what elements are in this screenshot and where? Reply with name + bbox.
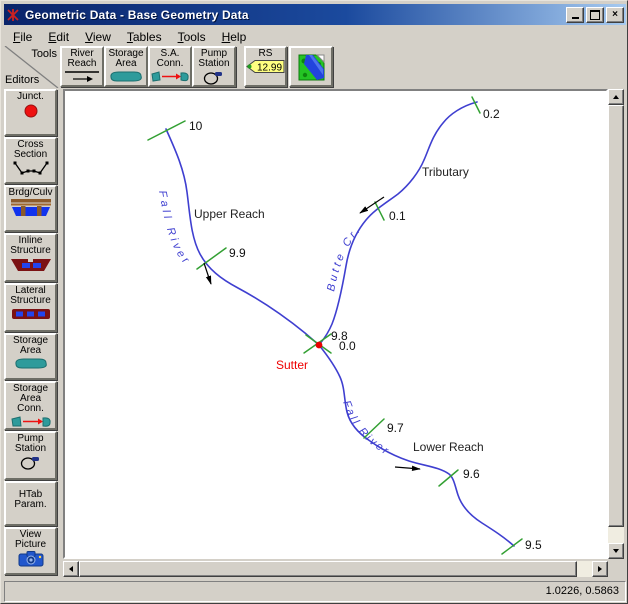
river-name-butte-cr: Butte Cr. (325, 223, 364, 293)
station-label: 10 (189, 119, 203, 133)
river-butte-cr-tributary[interactable] (319, 102, 477, 345)
junction-label: Sutter (276, 358, 308, 372)
scroll-right-button[interactable] (592, 561, 608, 577)
cross-section-tick-9.9[interactable] (197, 248, 226, 269)
cross-section-tick-0.2[interactable] (472, 97, 480, 113)
schematic-canvas[interactable]: 10 9.9 9.8 0.2 0.1 0.0 9.7 9.6 9.5 Upper… (63, 89, 608, 559)
menu-help[interactable]: Help (214, 29, 255, 46)
app-icon (6, 8, 20, 22)
storage-area-button[interactable]: Storage Area (104, 46, 148, 87)
sidebar-item-storage-area-conn[interactable]: Storage Area Conn. (4, 381, 57, 430)
menubar: File Edit View Tables Tools Help (5, 28, 625, 46)
minimize-button[interactable] (566, 7, 584, 23)
scroll-left-button[interactable] (63, 561, 79, 577)
junction-icon (23, 102, 39, 119)
junction-dot[interactable] (316, 342, 323, 349)
sidebar-item-pump-station[interactable]: Pump Station (4, 431, 57, 480)
cross-section-icon (11, 160, 51, 176)
storage-area-conn-icon (10, 414, 52, 428)
horizontal-scroll-thumb[interactable] (79, 561, 577, 577)
menu-file[interactable]: File (5, 29, 40, 46)
station-label: 9.9 (229, 246, 246, 260)
station-label: 9.7 (387, 421, 404, 435)
station-label: 9.6 (463, 467, 480, 481)
menu-tools[interactable]: Tools (170, 29, 214, 46)
editors-label: Editors (5, 74, 39, 86)
vertical-scroll-thumb[interactable] (608, 105, 624, 527)
close-button[interactable]: × (606, 7, 624, 23)
rs-button[interactable]: RS 12.99 (244, 46, 287, 87)
rs-tag-icon: 12.99 (246, 59, 286, 74)
scroll-down-button[interactable] (608, 543, 624, 559)
inline-structure-icon (10, 256, 52, 273)
storage-area-icon (107, 69, 145, 84)
menu-edit[interactable]: Edit (40, 29, 77, 46)
svg-text:Fall River: Fall River (340, 399, 392, 458)
cursor-coordinates: 1.0226, 0.5863 (546, 585, 619, 597)
sidebar-item-junction[interactable]: Junct. (4, 89, 57, 136)
rs-value: 12.99 (257, 63, 282, 74)
maximize-icon (590, 10, 600, 20)
maximize-button[interactable] (586, 7, 604, 23)
bridge-culvert-icon (10, 198, 52, 217)
river-reach-button[interactable]: River Reach (60, 46, 104, 87)
tools-editors-corner: Tools Editors (4, 46, 59, 88)
scroll-down-icon (613, 549, 619, 553)
river-name-fall-river-lower: Fall River (340, 399, 392, 458)
scroll-right-icon (598, 566, 602, 572)
titlebar[interactable]: Geometric Data - Base Geometry Data × (4, 4, 626, 25)
svg-text:Butte Cr.: Butte Cr. (325, 223, 364, 293)
station-label: 9.5 (525, 538, 542, 552)
river-fall-river-upper-reach[interactable] (166, 129, 319, 345)
cross-section-tick-9.5[interactable] (502, 539, 522, 554)
sidebar-item-inline-structure[interactable]: Inline Structure (4, 233, 57, 282)
sidebar-item-lateral-structure[interactable]: Lateral Structure (4, 283, 57, 332)
flow-arrow-lower-reach (395, 467, 420, 469)
camera-icon (18, 550, 44, 567)
station-label: 0.0 (339, 339, 356, 353)
sidebar-item-storage-area[interactable]: Storage Area (4, 333, 57, 380)
pump-station-icon (19, 454, 43, 470)
river-reach-icon (63, 69, 101, 84)
statusbar: 1.0226, 0.5863 (4, 581, 626, 602)
scroll-up-button[interactable] (608, 89, 624, 105)
menu-view[interactable]: View (77, 29, 119, 46)
sa-conn-icon (150, 69, 190, 84)
window-title: Geometric Data - Base Geometry Data (25, 8, 249, 22)
sidebar-item-cross-section[interactable]: Cross Section (4, 137, 57, 184)
sidebar-item-htab-param[interactable]: HTab Param. (4, 481, 57, 526)
sidebar-item-view-picture[interactable]: View Picture (4, 527, 57, 575)
flow-arrow-tributary (360, 197, 384, 213)
menu-tables[interactable]: Tables (119, 29, 170, 46)
storage-area-icon (11, 356, 51, 371)
reach-label-tributary: Tributary (422, 165, 469, 179)
geometric-data-window: Geometric Data - Base Geometry Data × Fi… (0, 0, 628, 604)
cross-section-tick-10[interactable] (148, 121, 185, 140)
reach-label-upper: Upper Reach (194, 207, 265, 221)
tools-label: Tools (31, 48, 57, 60)
close-icon: × (612, 10, 618, 20)
minimize-icon (572, 17, 579, 19)
scroll-left-icon (69, 566, 73, 572)
schematic-map-button[interactable] (289, 46, 333, 87)
horizontal-scrollbar[interactable] (63, 561, 608, 577)
station-label: 0.2 (483, 107, 500, 121)
pump-station-button[interactable]: Pump Station (192, 46, 236, 87)
station-label: 0.1 (389, 209, 406, 223)
pump-station-icon (202, 69, 226, 85)
sa-conn-button[interactable]: S.A. Conn. (148, 46, 192, 87)
vertical-scrollbar[interactable] (608, 89, 624, 559)
scroll-up-icon (613, 95, 619, 99)
lateral-structure-icon (10, 306, 52, 321)
schematic-map-icon (298, 54, 325, 81)
flow-arrow-upper-reach (204, 263, 211, 284)
river-schematic: 10 9.9 9.8 0.2 0.1 0.0 9.7 9.6 9.5 Upper… (65, 91, 606, 557)
reach-label-lower: Lower Reach (413, 440, 484, 454)
sidebar-item-bridge-culvert[interactable]: Brdg/Culv (4, 185, 57, 232)
